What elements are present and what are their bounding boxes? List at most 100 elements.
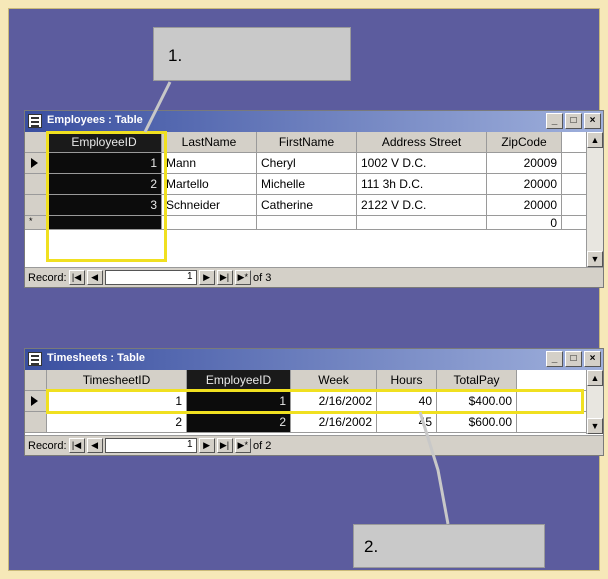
datasheet-grid: EmployeeID LastName FirstName Address St… bbox=[25, 132, 586, 230]
callout-label-2: 2. bbox=[353, 524, 545, 568]
employees-table-window[interactable]: Employees : Table _ □ × EmployeeID LastN… bbox=[24, 110, 604, 288]
new-record-icon[interactable]: ▶* bbox=[234, 270, 251, 285]
new-record-selector[interactable]: * bbox=[25, 216, 47, 229]
record-label: Record: bbox=[28, 271, 67, 284]
column-header-week[interactable]: Week bbox=[291, 370, 377, 390]
column-header-row: TimesheetID EmployeeID Week Hours TotalP… bbox=[25, 370, 586, 391]
table-row[interactable]: 1 Mann Cheryl 1002 V D.C. 20009 bbox=[25, 153, 586, 174]
scroll-up-icon[interactable]: ▲ bbox=[587, 132, 603, 148]
cell-lastname[interactable]: Martello bbox=[162, 174, 257, 194]
first-record-icon[interactable]: |◀ bbox=[68, 270, 85, 285]
record-count: of 2 bbox=[252, 439, 272, 452]
cell-firstname[interactable]: Catherine bbox=[257, 195, 357, 215]
cell-zipcode[interactable]: 20000 bbox=[487, 195, 562, 215]
record-label: Record: bbox=[28, 439, 67, 452]
cell-address[interactable] bbox=[357, 216, 487, 229]
next-record-icon[interactable]: ▶ bbox=[198, 270, 215, 285]
cell-zipcode[interactable]: 20000 bbox=[487, 174, 562, 194]
scroll-down-icon[interactable]: ▼ bbox=[587, 418, 603, 434]
next-record-icon[interactable]: ▶ bbox=[198, 438, 215, 453]
cell-employeeid[interactable]: 2 bbox=[47, 174, 162, 194]
column-header-employeeid[interactable]: EmployeeID bbox=[47, 132, 162, 152]
table-row[interactable]: 1 1 2/16/2002 40 $400.00 bbox=[25, 391, 586, 412]
column-header-employeeid[interactable]: EmployeeID bbox=[187, 370, 291, 390]
callout-number: 1. bbox=[168, 46, 183, 65]
current-record-indicator[interactable] bbox=[25, 391, 47, 411]
column-header-lastname[interactable]: LastName bbox=[162, 132, 257, 152]
table-icon bbox=[28, 352, 42, 366]
previous-record-icon[interactable]: ◀ bbox=[86, 270, 103, 285]
minimize-icon[interactable]: _ bbox=[546, 113, 563, 129]
last-record-icon[interactable]: ▶| bbox=[216, 438, 233, 453]
cell-lastname[interactable] bbox=[162, 216, 257, 229]
datasheet-grid: TimesheetID EmployeeID Week Hours TotalP… bbox=[25, 370, 586, 433]
window-title: Timesheets : Table bbox=[47, 352, 146, 364]
select-all-corner[interactable] bbox=[25, 370, 47, 390]
cell-address[interactable]: 1002 V D.C. bbox=[357, 153, 487, 173]
vertical-scrollbar[interactable]: ▲ ▼ bbox=[586, 132, 603, 267]
minimize-icon[interactable]: _ bbox=[546, 351, 563, 367]
timesheets-table-window[interactable]: Timesheets : Table _ □ × TimesheetID Emp… bbox=[24, 348, 604, 456]
cell-address[interactable]: 111 3h D.C. bbox=[357, 174, 487, 194]
first-record-icon[interactable]: |◀ bbox=[68, 438, 85, 453]
table-icon bbox=[28, 114, 42, 128]
cell-firstname[interactable] bbox=[257, 216, 357, 229]
close-icon[interactable]: × bbox=[584, 113, 601, 129]
cell-timesheetid[interactable]: 2 bbox=[47, 412, 187, 432]
cell-employeeid[interactable]: 2 bbox=[187, 412, 291, 432]
table-row[interactable]: 3 Schneider Catherine 2122 V D.C. 20000 bbox=[25, 195, 586, 216]
previous-record-icon[interactable]: ◀ bbox=[86, 438, 103, 453]
select-all-corner[interactable] bbox=[25, 132, 47, 152]
record-navigation-bar: Record: |◀ ◀ 1 ▶ ▶| ▶* of 3 bbox=[25, 267, 603, 287]
table-row[interactable]: 2 Martello Michelle 111 3h D.C. 20000 bbox=[25, 174, 586, 195]
column-header-firstname[interactable]: FirstName bbox=[257, 132, 357, 152]
cell-week[interactable]: 2/16/2002 bbox=[291, 391, 377, 411]
vertical-scrollbar[interactable]: ▲ ▼ bbox=[586, 370, 603, 434]
cell-hours[interactable]: 45 bbox=[377, 412, 437, 432]
cell-hours[interactable]: 40 bbox=[377, 391, 437, 411]
record-count: of 3 bbox=[252, 271, 272, 284]
cell-week[interactable]: 2/16/2002 bbox=[291, 412, 377, 432]
cell-employeeid[interactable]: 1 bbox=[187, 391, 291, 411]
cell-firstname[interactable]: Cheryl bbox=[257, 153, 357, 173]
table-row[interactable]: 2 2 2/16/2002 45 $600.00 bbox=[25, 412, 586, 433]
new-record-icon[interactable]: ▶* bbox=[234, 438, 251, 453]
cell-timesheetid[interactable]: 1 bbox=[47, 391, 187, 411]
column-header-totalpay[interactable]: TotalPay bbox=[437, 370, 517, 390]
callout-label-1: 1. bbox=[153, 27, 351, 81]
restore-icon[interactable]: □ bbox=[565, 113, 582, 129]
cell-zipcode[interactable]: 0 bbox=[487, 216, 562, 229]
last-record-icon[interactable]: ▶| bbox=[216, 270, 233, 285]
close-icon[interactable]: × bbox=[584, 351, 601, 367]
record-selector[interactable] bbox=[25, 412, 47, 432]
current-record-indicator[interactable] bbox=[25, 153, 47, 173]
column-header-timesheetid[interactable]: TimesheetID bbox=[47, 370, 187, 390]
column-header-address[interactable]: Address Street bbox=[357, 132, 487, 152]
record-selector[interactable] bbox=[25, 174, 47, 194]
cell-employeeid[interactable]: 3 bbox=[47, 195, 162, 215]
column-header-zipcode[interactable]: ZipCode bbox=[487, 132, 562, 152]
cell-address[interactable]: 2122 V D.C. bbox=[357, 195, 487, 215]
record-navigation-bar: Record: |◀ ◀ 1 ▶ ▶| ▶* of 2 bbox=[25, 435, 603, 455]
window-titlebar[interactable]: Employees : Table _ □ × bbox=[25, 111, 603, 132]
record-number-input[interactable]: 1 bbox=[104, 438, 197, 453]
new-record-row[interactable]: * 0 bbox=[25, 216, 586, 230]
scroll-down-icon[interactable]: ▼ bbox=[587, 251, 603, 267]
cell-firstname[interactable]: Michelle bbox=[257, 174, 357, 194]
cell-zipcode[interactable]: 20009 bbox=[487, 153, 562, 173]
cell-employeeid[interactable]: 1 bbox=[47, 153, 162, 173]
cell-lastname[interactable]: Schneider bbox=[162, 195, 257, 215]
cell-totalpay[interactable]: $400.00 bbox=[437, 391, 517, 411]
column-header-row: EmployeeID LastName FirstName Address St… bbox=[25, 132, 586, 153]
window-titlebar[interactable]: Timesheets : Table _ □ × bbox=[25, 349, 603, 370]
cell-totalpay[interactable]: $600.00 bbox=[437, 412, 517, 432]
restore-icon[interactable]: □ bbox=[565, 351, 582, 367]
record-selector[interactable] bbox=[25, 195, 47, 215]
cell-lastname[interactable]: Mann bbox=[162, 153, 257, 173]
scroll-up-icon[interactable]: ▲ bbox=[587, 370, 603, 386]
window-title: Employees : Table bbox=[47, 114, 143, 126]
record-number-input[interactable]: 1 bbox=[104, 270, 197, 285]
cell-employeeid[interactable] bbox=[47, 216, 162, 229]
callout-number: 2. bbox=[364, 537, 379, 556]
column-header-hours[interactable]: Hours bbox=[377, 370, 437, 390]
